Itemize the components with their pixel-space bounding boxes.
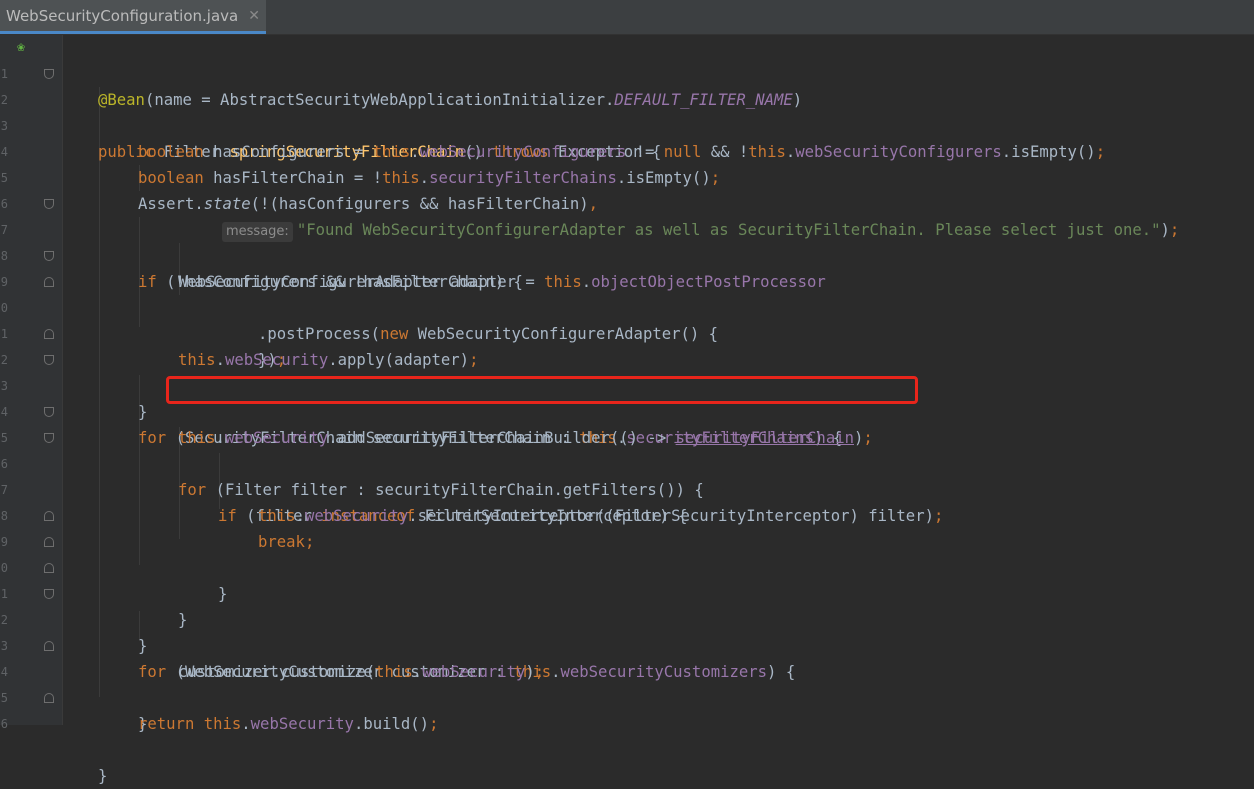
fold-icon[interactable]: [44, 355, 54, 365]
fold-icon[interactable]: [44, 407, 54, 417]
code-line: 8 WebSecurityConfigurerAdapter adapter =…: [0, 249, 826, 291]
fold-icon[interactable]: [44, 251, 54, 261]
fold-icon[interactable]: [44, 511, 54, 521]
code-line: 6 if (filter instanceof FilterSecurityIn…: [0, 425, 1254, 525]
fold-icon[interactable]: [44, 693, 54, 703]
fold-icon[interactable]: [44, 563, 54, 573]
code-line: 6 message: "Found WebSecurityConfigurerAd…: [0, 165, 1254, 242]
code-line: 9 }: [0, 503, 1254, 603]
code-line: 5 Assert.state(!(hasConfigurers && hasFi…: [0, 171, 599, 213]
code-line: 2 }: [0, 321, 1254, 421]
editor-tab-bar: WebSecurityConfiguration.java ✕: [0, 0, 1254, 35]
fold-icon[interactable]: [44, 277, 54, 287]
fold-icon[interactable]: [44, 199, 54, 209]
fold-icon[interactable]: [44, 537, 54, 547]
code-line: 3 customizer.customize(this.webSecurity)…: [0, 639, 545, 681]
code-line: 5 return this.webSecurity.build();: [0, 691, 439, 733]
fold-icon[interactable]: [44, 329, 54, 339]
fold-icon[interactable]: [44, 433, 54, 443]
code-line: 5 for (Filter filter : securityFilterCha…: [0, 399, 1254, 499]
code-line: 4 }: [0, 633, 1254, 733]
code-line: 8 break;: [0, 509, 315, 551]
close-icon[interactable]: ✕: [248, 8, 260, 24]
code-line: 0 }: [0, 529, 1254, 629]
code-line: 3 boolean hasConfigurers = this.webSecur…: [0, 119, 1106, 161]
file-tab-label: WebSecurityConfiguration.java: [6, 6, 239, 25]
code-line: 7 if (!hasConfigurers && !hasFilterChain…: [0, 191, 1254, 291]
code-line: 6 }: [0, 685, 1254, 785]
code-line: 1 this.webSecurity.apply(adapter);: [0, 327, 479, 369]
code-line: 1 @Bean(name = AbstractSecurityWebApplic…: [0, 67, 803, 109]
code-line: 0 });: [0, 269, 1254, 369]
code-line: 4 boolean hasFilterChain = !this.securit…: [0, 145, 721, 187]
code-line: 9 .postProcess(new WebSecurityConfigurer…: [0, 243, 1254, 343]
fold-icon[interactable]: [44, 69, 54, 79]
fold-icon[interactable]: [44, 641, 54, 651]
code-line: 2 public Filter springSecurityFilterChai…: [0, 61, 1254, 161]
code-line: 2 for (WebSecurityCustomizer customizer …: [0, 581, 1254, 681]
code-line: 1 }: [0, 555, 1254, 655]
fold-icon[interactable]: [44, 589, 54, 599]
code-line: 3 for (SecurityFilterChain securityFilte…: [0, 347, 1254, 447]
file-tab[interactable]: WebSecurityConfiguration.java ✕: [0, 0, 266, 34]
code-line: 7 this.webSecurity.securityInterceptor((…: [0, 483, 944, 525]
